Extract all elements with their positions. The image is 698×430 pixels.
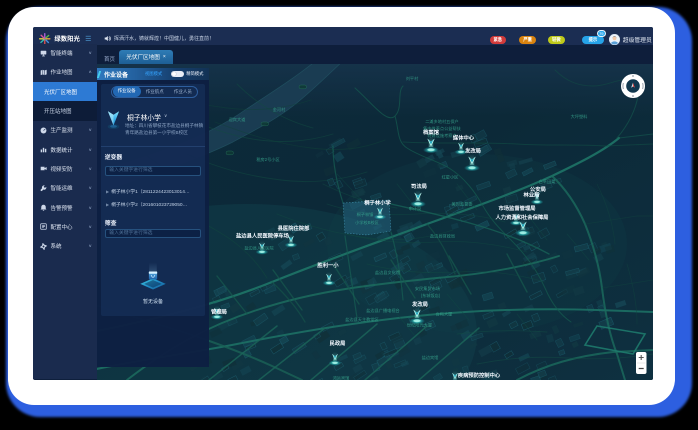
svg-text:审计局: 审计局 [409, 205, 422, 212]
svg-text:刘平村: 刘平村 [406, 75, 419, 82]
svg-text:小学校B校区: 小学校B校区 [355, 219, 379, 226]
svg-text:盐边县广播电视台: 盐边县广播电视台 [366, 307, 400, 314]
svg-text:胜利一小: 胜利一小 [316, 261, 339, 269]
svg-text:世纪阳光大厦: 世纪阳光大厦 [407, 321, 432, 328]
svg-text:大坪塑料: 大坪塑料 [571, 113, 589, 120]
svg-text:迎宾大道: 迎宾大道 [229, 116, 247, 123]
svg-text:司法局: 司法局 [411, 182, 427, 190]
svg-text:美时监督委: 美时监督委 [452, 200, 474, 207]
svg-text:金河村: 金河村 [273, 106, 286, 112]
svg-text:安民集贸市场: 安民集贸市场 [415, 285, 440, 292]
svg-text:税房2号小区: 税房2号小区 [256, 156, 279, 163]
svg-text:盐边县人民医院: 盐边县人民医院 [244, 244, 274, 251]
svg-text:桐子林镇: 桐子林镇 [357, 211, 374, 218]
svg-text:(东城饭店): (东城饭店) [421, 292, 441, 299]
svg-text:档案馆: 档案馆 [422, 128, 440, 136]
svg-text:红星小区: 红星小区 [442, 173, 459, 180]
svg-text:发改局: 发改局 [411, 300, 428, 308]
svg-text:盐边宾馆: 盐边宾馆 [422, 354, 439, 361]
svg-text:鸿运宾馆: 鸿运宾馆 [333, 374, 350, 380]
svg-text:疾病预防控制中心: 疾病预防控制中心 [458, 371, 501, 379]
svg-text:桐子林小学: 桐子林小学 [364, 198, 391, 206]
svg-text:民政局: 民政局 [330, 339, 346, 347]
svg-text:盐边县天主教堂区: 盐边县天主教堂区 [345, 316, 379, 323]
svg-text:人力资源和社会保障局: 人力资源和社会保障局 [495, 213, 549, 221]
svg-text:盐边县人民医院停车场: 盐边县人民医院停车场 [236, 231, 290, 239]
svg-text:二滩乡地村五保户: 二滩乡地村五保户 [425, 118, 459, 125]
svg-text:市场监督管理局: 市场监督管理局 [498, 204, 535, 212]
svg-text:县医院住院部: 县医院住院部 [278, 224, 310, 232]
svg-text:盐边县文化馆: 盐边县文化馆 [375, 269, 400, 276]
svg-text:发改局: 发改局 [464, 146, 481, 154]
svg-text:白草田渠: 白草田渠 [539, 178, 557, 185]
svg-text:台梅大厦: 台梅大厦 [436, 310, 453, 317]
svg-text:媒体中心: 媒体中心 [453, 133, 475, 141]
svg-text:盐边县财政局: 盐边县财政局 [430, 232, 455, 239]
svg-text:管理局: 管理局 [211, 307, 227, 315]
svg-text:林业局: 林业局 [524, 190, 540, 198]
